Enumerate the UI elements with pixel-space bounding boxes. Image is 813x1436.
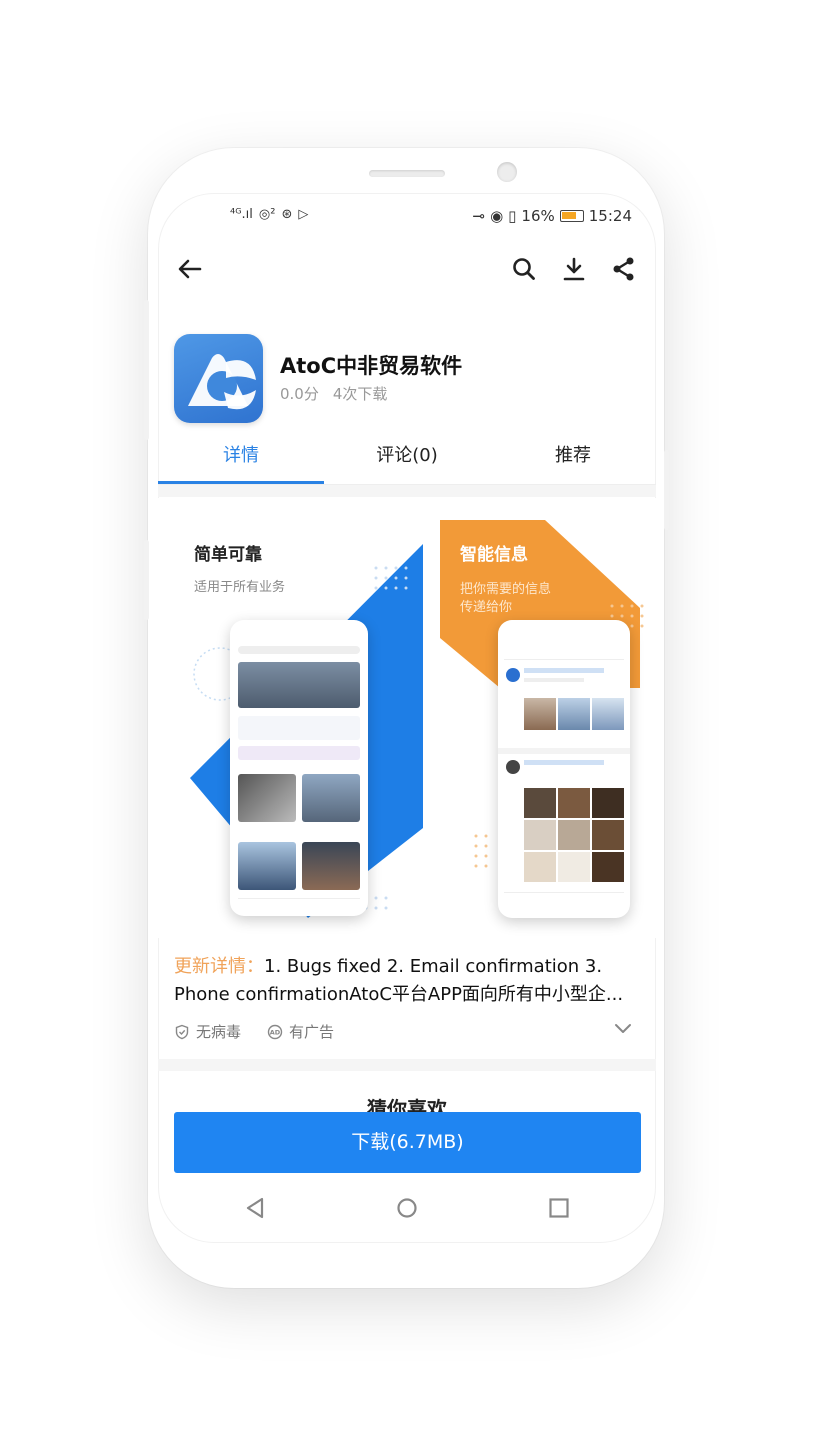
power-button <box>144 540 149 620</box>
shield-check-icon <box>175 1024 189 1039</box>
shot2-phone <box>498 620 630 918</box>
shot2-title: 智能信息 <box>460 545 528 565</box>
volume-button <box>144 300 149 440</box>
app-icon <box>174 334 263 423</box>
ads-badge: AD 有广告 <box>267 1021 334 1042</box>
details-label: 更新详情： <box>174 956 264 977</box>
system-nav-bar <box>158 1186 656 1230</box>
section-divider-2 <box>158 1059 656 1071</box>
side-button <box>664 450 669 530</box>
shot2-subtitle-line2: 传递给你 <box>460 600 513 615</box>
ads-badge-label: 有广告 <box>289 1023 335 1041</box>
virus-badge-label: 无病毒 <box>196 1023 242 1041</box>
nav-recents-icon[interactable] <box>545 1194 573 1222</box>
nav-back-icon[interactable] <box>242 1194 270 1222</box>
play-icon: ▷ <box>298 207 309 222</box>
toolbar <box>158 247 656 291</box>
share-icon[interactable] <box>610 255 638 283</box>
shot1-phone <box>230 620 368 916</box>
earpiece-speaker <box>369 170 445 177</box>
app-name: AtoC中非贸易软件 <box>280 354 463 378</box>
shot1-subtitle: 适用于所有业务 <box>194 580 286 595</box>
nav-home-icon[interactable] <box>393 1194 421 1222</box>
tab-bar: 详情 评论(0) 推荐 <box>158 433 656 485</box>
tab-recommend[interactable]: 推荐 <box>490 433 656 484</box>
key-icon: ⊸ <box>472 207 486 225</box>
screenshot-1[interactable]: 简单可靠 适用于所有业务 <box>158 498 428 938</box>
status-left: ⁴ᴳ.ıl ◎² ⊛ ▷ <box>230 207 308 222</box>
shot2-subtitle-line1: 把你需要的信息 <box>460 582 552 597</box>
battery-icon <box>559 210 584 222</box>
details-text-line2: Phone confirmationAtoC平台APP面向所有中小型企... <box>174 984 624 1005</box>
chevron-down-icon[interactable] <box>614 1019 632 1037</box>
virus-badge: 无病毒 <box>174 1021 241 1042</box>
shot1-title: 简单可靠 <box>194 545 262 565</box>
clock: 15:24 <box>588 207 632 225</box>
status-right: ⊸ ◉ ▯ 16% 15:24 <box>472 207 632 225</box>
screenshot-2[interactable]: 智能信息 把你需要的信息 传递给你 <box>440 498 656 938</box>
download-button[interactable]: 下载(6.7MB) <box>174 1112 641 1173</box>
signal-icon: ⁴ᴳ.ıl <box>230 207 253 222</box>
nfc-icon: ⊛ <box>281 207 293 222</box>
section-divider <box>158 485 656 497</box>
safety-badges: 无病毒 AD 有广告 <box>174 1021 334 1042</box>
download-icon[interactable] <box>560 255 588 283</box>
battery-percent: 16% <box>521 207 555 225</box>
search-icon[interactable] <box>510 255 538 283</box>
back-arrow-icon[interactable] <box>176 255 204 283</box>
tab-comments[interactable]: 评论(0) <box>324 433 490 484</box>
vibrate-icon: ▯ <box>508 207 517 225</box>
app-rating: 0.0分 <box>280 385 319 403</box>
app-screen: ⁴ᴳ.ıl ◎² ⊛ ▷ ⊸ ◉ ▯ 16% 15:24 AtoC中非贸易软件 … <box>158 193 656 1243</box>
tab-details[interactable]: 详情 <box>158 433 324 484</box>
app-meta: 0.0分 4次下载 <box>280 383 387 404</box>
update-details: 更新详情：1. Bugs fixed 2. Email confirmation… <box>174 953 640 1009</box>
details-text-line1: 1. Bugs fixed 2. Email confirmation 3. <box>264 956 603 977</box>
hotspot-icon: ◎² <box>258 207 276 222</box>
app-downloads: 4次下载 <box>332 385 388 403</box>
eye-icon: ◉ <box>490 207 504 225</box>
app-logo-icon <box>188 354 256 410</box>
svg-text:AD: AD <box>270 1028 281 1036</box>
front-camera <box>497 162 517 182</box>
status-bar: ⁴ᴳ.ıl ◎² ⊛ ▷ ⊸ ◉ ▯ 16% 15:24 <box>158 193 656 239</box>
ad-icon: AD <box>267 1024 283 1039</box>
screenshot-carousel[interactable]: 简单可靠 适用于所有业务 智能信息 把你需要的信息 传递给你 <box>158 498 656 938</box>
